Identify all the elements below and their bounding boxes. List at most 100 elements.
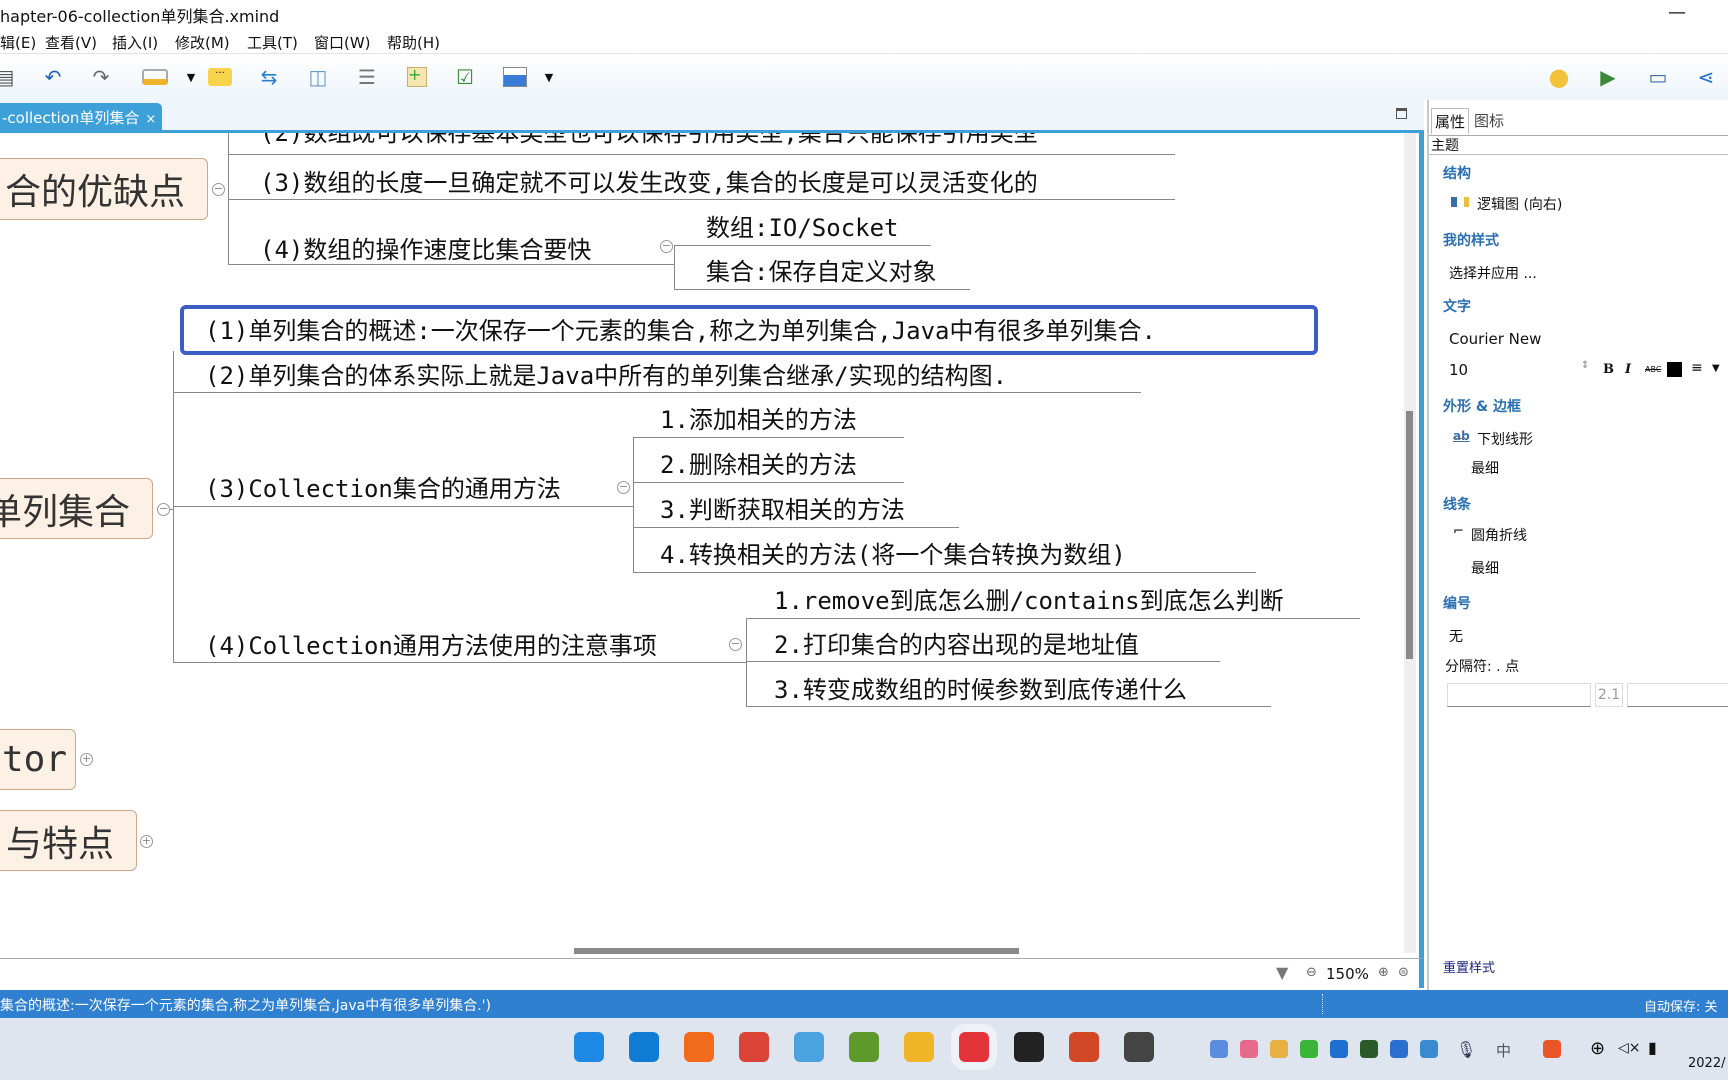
subtopic[interactable]: (3)数组的长度一旦确定就不可以发生改变,集合的长度是可以灵活变化的 [260, 163, 1038, 198]
microphone-icon[interactable]: 🎙 [1456, 1040, 1476, 1059]
menu-view[interactable]: 查看(V) [45, 32, 97, 53]
zoom-in-icon[interactable]: ⊕ [1378, 965, 1389, 980]
tray-icon[interactable] [1210, 1040, 1228, 1058]
collapse-toggle[interactable]: − [212, 183, 225, 196]
structure-value[interactable]: 逻辑图 (向右) [1477, 194, 1562, 214]
note-icon[interactable]: + [404, 64, 430, 90]
subtopic[interactable]: 3.判断获取相关的方法 [660, 490, 905, 525]
defender-icon[interactable] [1420, 1040, 1438, 1058]
dropdown-icon[interactable]: ▼ [178, 64, 204, 90]
tab-icons[interactable]: 图标 [1471, 108, 1507, 133]
sogou-icon[interactable] [1543, 1040, 1561, 1058]
subtopic[interactable]: (3)Collection集合的通用方法 [205, 469, 561, 504]
tab-properties[interactable]: 属性 [1431, 108, 1470, 134]
presentation-icon[interactable]: ▶ [1595, 64, 1621, 90]
ime-icon[interactable]: 中 [1496, 1040, 1511, 1061]
menu-help[interactable]: 帮助(H) [387, 32, 440, 53]
subtopic[interactable]: 数组:IO/Socket [706, 208, 899, 243]
size-spinner-icon[interactable]: ⇕ [1581, 360, 1589, 371]
filter-icon[interactable]: ▼ [1276, 963, 1288, 982]
topic-node[interactable]: 与特点 [0, 810, 137, 871]
subtopic[interactable]: (4)数组的操作速度比集合要快 [260, 230, 591, 265]
xmind-taskbar-icon[interactable] [951, 1024, 997, 1070]
collapse-toggle[interactable]: − [660, 240, 673, 253]
bluetooth-icon[interactable] [1390, 1040, 1408, 1058]
tray-icon[interactable] [1240, 1040, 1258, 1058]
bold-button[interactable]: B [1603, 362, 1614, 377]
network-icon[interactable]: ⊕ [1590, 1038, 1605, 1059]
subtopic[interactable]: 集合:保存自定义对象 [706, 252, 936, 287]
numbering-select[interactable]: 无 [1449, 626, 1463, 646]
subtopic[interactable]: 1.remove到底怎么删/contains到底怎么判断 [774, 581, 1284, 616]
subtopic[interactable]: (2)数组既可以保存基本类型也可以保存引用类型,集合只能保存引用类型 [260, 133, 1038, 148]
dropdown-icon[interactable]: ▼ [1712, 363, 1720, 374]
start-taskbar-icon[interactable] [574, 1032, 604, 1062]
subtopic[interactable]: 3.转变成数组的时候参数到底传递什么 [774, 670, 1187, 705]
align-icon[interactable]: ≡ [1691, 360, 1703, 376]
share-icon[interactable]: ⋖ [1693, 64, 1719, 90]
line-width-select[interactable]: 最细 [1471, 558, 1499, 578]
subtopic[interactable]: (2)单列集合的体系实际上就是Java中所有的单列集合继承/实现的结构图. [205, 356, 1007, 391]
task-icon[interactable]: ☑ [452, 64, 478, 90]
tray-icon[interactable] [1360, 1040, 1378, 1058]
reset-style-link[interactable]: 重置样式 [1443, 957, 1495, 976]
expand-toggle[interactable]: + [140, 835, 153, 848]
font-size-input[interactable]: 10 [1449, 361, 1468, 379]
collapse-toggle[interactable]: − [617, 481, 630, 494]
line-style-select[interactable]: 圆角折线 [1471, 525, 1527, 545]
battery-icon[interactable]: ▮ [1648, 1038, 1657, 1057]
subtopic[interactable]: 2.删除相关的方法 [660, 445, 857, 480]
minimize-button[interactable]: — [1668, 2, 1686, 23]
gantt-icon[interactable]: ▭ [1645, 64, 1671, 90]
horizontal-scrollbar[interactable] [0, 945, 1404, 955]
clock-taskbar-icon[interactable] [1124, 1032, 1154, 1062]
font-family-select[interactable]: Courier New [1449, 330, 1541, 348]
close-icon[interactable]: × [145, 112, 156, 127]
dropdown-icon[interactable]: ▼ [536, 64, 562, 90]
edge-taskbar-icon[interactable] [629, 1032, 659, 1062]
topic-icon[interactable] [140, 64, 170, 90]
chrome-taskbar-icon[interactable] [739, 1032, 769, 1062]
tray-icon[interactable] [1330, 1040, 1348, 1058]
topic-node[interactable]: tor [0, 729, 76, 790]
zoom-out-icon[interactable]: ⊖ [1306, 965, 1317, 980]
subtopic[interactable]: 1.添加相关的方法 [660, 400, 857, 435]
firefox-taskbar-icon[interactable] [684, 1032, 714, 1062]
separator-select[interactable]: 分隔符: . 点 [1445, 656, 1519, 676]
menu-window[interactable]: 窗口(W) [314, 32, 371, 53]
redo-icon[interactable]: ↷ [88, 64, 114, 90]
volume-muted-icon[interactable]: ◁× [1618, 1040, 1641, 1056]
callout-icon[interactable]: ··· [207, 64, 233, 90]
intellij-taskbar-icon[interactable] [1014, 1032, 1044, 1062]
tray-icon[interactable] [1270, 1040, 1288, 1058]
save-icon[interactable]: ▤ [0, 64, 18, 90]
powerpoint-taskbar-icon[interactable] [1069, 1032, 1099, 1062]
explorer-taskbar-icon[interactable] [904, 1032, 934, 1062]
menu-tools[interactable]: 工具(T) [247, 32, 298, 53]
collapse-toggle[interactable]: − [157, 503, 170, 516]
subtopic[interactable]: 4.转换相关的方法(将一个集合转换为数组) [660, 535, 1126, 570]
subtopic[interactable]: (4)Collection通用方法使用的注意事项 [205, 626, 657, 661]
scroll-thumb[interactable] [1406, 411, 1413, 659]
idea-icon[interactable]: ● [1546, 63, 1572, 91]
subtopic[interactable]: 2.打印集合的内容出现的是地址值 [774, 625, 1139, 660]
boundary-icon[interactable]: ◫ [305, 64, 331, 90]
summary-icon[interactable]: ☰ [354, 64, 380, 90]
font-color-swatch[interactable] [1667, 362, 1682, 377]
vertical-scrollbar[interactable] [1404, 133, 1416, 953]
scroll-thumb[interactable] [574, 948, 1019, 954]
topic-node[interactable]: 合的优缺点 [0, 158, 208, 220]
topic-node[interactable]: 单列集合 [0, 478, 153, 539]
menu-modify[interactable]: 修改(M) [175, 32, 230, 53]
italic-button[interactable]: I [1625, 362, 1631, 377]
tray-icon[interactable] [1300, 1040, 1318, 1058]
autosave-status[interactable]: 自动保存: 关 [1644, 996, 1718, 1015]
expand-toggle[interactable]: + [80, 753, 93, 766]
maximize-icon[interactable] [1396, 108, 1407, 119]
notepad-taskbar-icon[interactable] [849, 1032, 879, 1062]
image-icon[interactable] [502, 64, 528, 90]
border-width-select[interactable]: 最细 [1471, 458, 1499, 478]
prefix-input[interactable] [1447, 683, 1591, 707]
undo-icon[interactable]: ↶ [40, 64, 66, 90]
fit-icon[interactable]: ⊜ [1398, 965, 1409, 980]
